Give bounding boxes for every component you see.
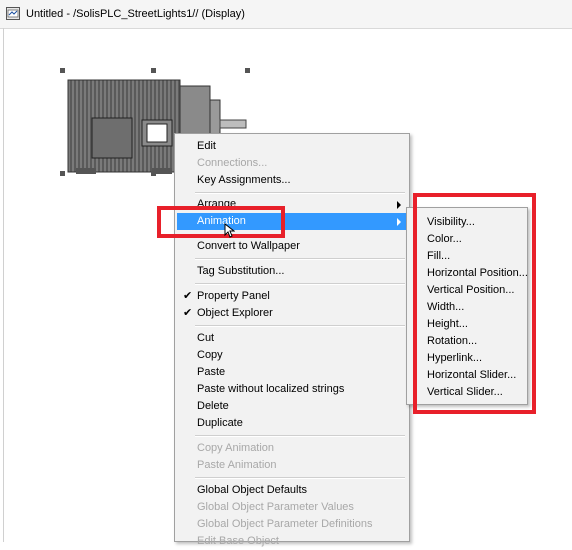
checkmark-icon: ✔ xyxy=(183,290,193,302)
menu-separator xyxy=(195,258,405,260)
selection-handle[interactable] xyxy=(245,68,250,73)
selection-handle[interactable] xyxy=(60,171,65,176)
checkmark-icon: ✔ xyxy=(183,307,193,319)
menu-item-key-assignments[interactable]: Key Assignments... xyxy=(177,172,407,189)
selection-handle[interactable] xyxy=(60,68,65,73)
menu-item-connections: Connections... xyxy=(197,157,268,169)
mouse-cursor-icon xyxy=(224,222,236,241)
menu-separator xyxy=(195,435,405,437)
menu-separator xyxy=(195,283,405,285)
canvas-edge xyxy=(3,28,4,542)
menu-item-copy-animation: Copy Animation xyxy=(197,442,275,454)
annotation-highlight-submenu xyxy=(413,193,536,414)
submenu-arrow-icon xyxy=(397,201,401,209)
context-menu: Edit Connections... Key Assignments... A… xyxy=(174,133,410,547)
menu-separator xyxy=(195,477,405,479)
menu-item-duplicate[interactable]: Duplicate xyxy=(177,415,407,432)
menu-item-delete[interactable]: Delete xyxy=(177,398,407,415)
menu-separator xyxy=(195,325,405,327)
menu-item-global-object-parameter-values: Global Object Parameter Values xyxy=(197,501,354,513)
menu-item-paste[interactable]: Paste xyxy=(177,364,407,381)
annotation-highlight-animation xyxy=(157,206,285,238)
menu-item-property-panel[interactable]: ✔ Property Panel xyxy=(177,288,407,305)
menu-item-paste-animation: Paste Animation xyxy=(197,459,277,471)
menu-item-cut[interactable]: Cut xyxy=(177,330,407,347)
window-title-bar: Untitled - /SolisPLC_StreetLights1// (Di… xyxy=(0,0,572,29)
menu-item-global-object-parameter-definitions: Global Object Parameter Definitions xyxy=(197,518,373,530)
submenu-arrow-icon xyxy=(397,218,401,226)
selection-handle[interactable] xyxy=(151,68,156,73)
menu-item-copy[interactable]: Copy xyxy=(177,347,407,364)
menu-item-tag-substitution[interactable]: Tag Substitution... xyxy=(177,263,407,280)
selection-handle[interactable] xyxy=(151,171,156,176)
menu-item-global-object-defaults[interactable]: Global Object Defaults xyxy=(177,482,407,499)
menu-separator xyxy=(195,192,405,194)
window-title: Untitled - /SolisPLC_StreetLights1// (Di… xyxy=(26,8,245,20)
display-editor-icon xyxy=(6,7,20,20)
menu-item-paste-without-localized-strings[interactable]: Paste without localized strings xyxy=(177,381,407,398)
menu-item-convert-to-wallpaper[interactable]: Convert to Wallpaper xyxy=(177,238,407,255)
menu-item-edit[interactable]: Edit xyxy=(177,138,407,155)
menu-item-object-explorer[interactable]: ✔ Object Explorer xyxy=(177,305,407,322)
